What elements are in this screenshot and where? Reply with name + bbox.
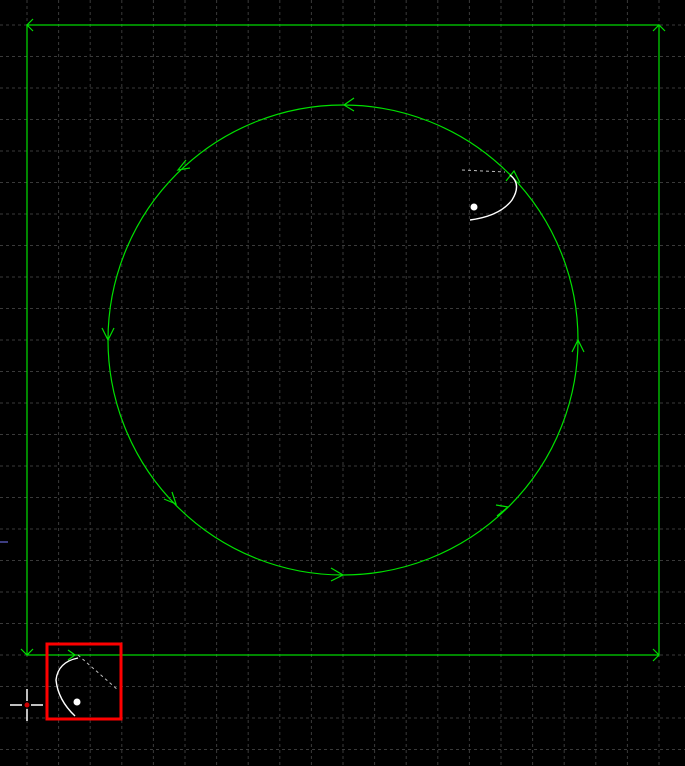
cursor-center-dot (24, 702, 30, 708)
cam-viewport[interactable] (0, 0, 685, 766)
start-point-marker[interactable] (73, 698, 81, 706)
drawing-canvas[interactable] (0, 0, 685, 766)
start-point-marker[interactable] (470, 203, 478, 211)
